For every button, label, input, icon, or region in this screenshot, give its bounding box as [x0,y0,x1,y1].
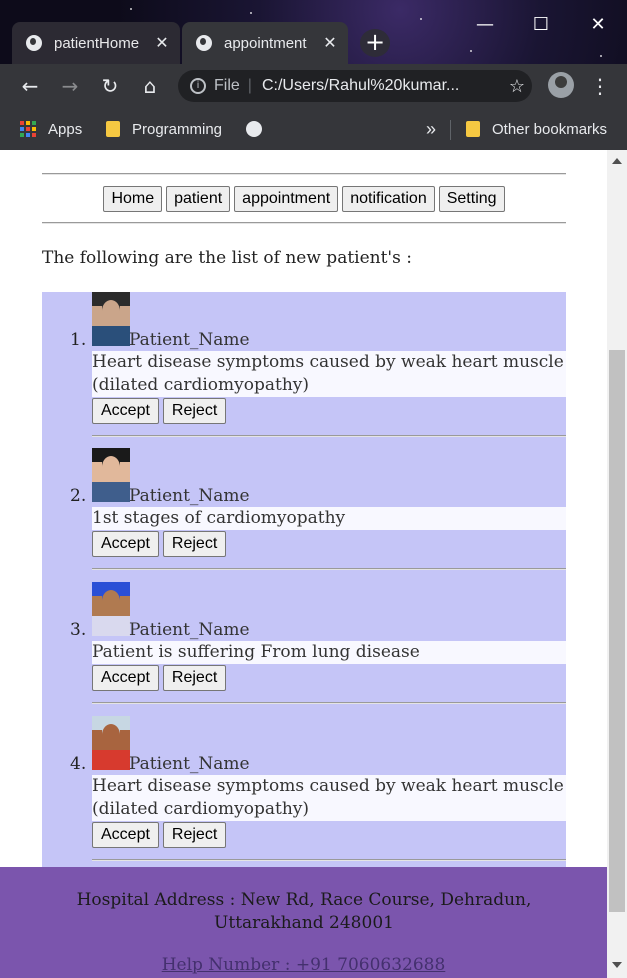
reject-button[interactable]: Reject [162,822,227,848]
nav-button-appointment[interactable]: appointment [234,186,339,212]
patient-description: Heart disease symptoms caused by weak he… [92,775,566,821]
tab-title: patientHome [54,34,140,52]
item-number: 2. [70,486,87,506]
accept-button[interactable]: Accept [92,531,159,557]
close-window-button[interactable]: ✕ [575,10,621,40]
hospital-address: Hospital Address : New Rd, Race Course, … [76,890,532,933]
patient-list: 1. Patient_Name Heart disease symptoms c… [42,292,566,868]
apps-grid-icon [20,121,36,137]
accept-button[interactable]: Accept [92,822,159,848]
close-tab-icon[interactable]: ✕ [150,33,174,53]
patient-name: Patient_Name [129,330,250,350]
scroll-up-icon[interactable] [612,158,622,164]
url-scheme: File [214,77,240,94]
item-number: 3. [70,620,87,640]
bookmark-programming[interactable]: Programming [106,118,222,140]
home-button[interactable]: ⌂ [136,72,164,100]
back-button[interactable]: ← [16,72,44,100]
close-tab-icon[interactable]: ✕ [318,33,342,53]
main-nav: Home patient appointment notification Settin… [42,186,566,212]
bookmark-other[interactable]: Other bookmarks [466,118,607,140]
patient-actions: Accept Reject [92,531,230,557]
patient-name: Patient_Name [129,754,250,774]
item-number: 4. [70,754,87,774]
bookmark-label: Apps [48,120,83,138]
nav-divider-bottom [42,222,566,224]
folder-icon [106,121,120,137]
nav-button-notification[interactable]: notification [342,186,435,212]
scrollbar[interactable] [607,150,627,978]
title-bar: patientHome ✕ appointment ✕ + — ☐ ✕ [0,0,627,64]
patient-name: Patient_Name [129,486,250,506]
maximize-button[interactable]: ☐ [518,10,564,40]
patient-list-item: 3. Patient_Name Patient is suffering Fro… [70,582,566,704]
reload-button[interactable]: ↻ [96,72,124,100]
scrollbar-thumb[interactable] [609,350,625,912]
patient-list-item: 2. Patient_Name 1st stages of cardiomyop… [70,448,566,570]
address-bar[interactable]: i File | C:/Users/Rahul%20kumar... ☆ [178,70,532,102]
minimize-button[interactable]: — [462,10,508,40]
patient-actions: Accept Reject [92,665,230,691]
item-divider [92,435,566,437]
bookmark-label: Programming [132,120,223,138]
globe-icon [26,35,42,51]
url-separator: | [247,77,252,94]
patient-actions: Accept Reject [92,822,230,848]
nav-button-setting[interactable]: Setting [438,186,505,212]
bookmarks-bar: Apps Programming » Other bookmarks [0,108,627,150]
patient-photo [92,582,130,636]
reject-button[interactable]: Reject [162,531,227,557]
tab-title: appointment [224,34,307,52]
help-number-link[interactable]: Help Number : +91 7060632688 [0,955,607,975]
scroll-down-icon[interactable] [612,962,622,968]
new-tab-button[interactable]: + [360,29,390,57]
item-number: 1. [70,330,87,350]
patient-photo [92,448,130,502]
forward-button[interactable]: → [56,72,84,100]
accept-button[interactable]: Accept [92,398,159,424]
patient-photo [92,292,130,346]
patient-list-item: 4. Patient_Name Heart disease symptoms c… [70,716,566,861]
reject-button[interactable]: Reject [162,398,227,424]
info-icon[interactable]: i [190,78,206,94]
bookmark-star-icon[interactable]: ☆ [502,76,532,97]
reject-button[interactable]: Reject [162,665,227,691]
browser-toolbar: ← → ↻ ⌂ i File | C:/Users/Rahul%20kumar.… [0,64,627,108]
profile-avatar[interactable] [548,72,574,98]
bookmark-globe[interactable] [246,118,262,140]
nav-button-patient[interactable]: patient [166,186,231,212]
page-viewport: Home patient appointment notification Settin… [0,150,607,978]
patient-description: Heart disease symptoms caused by weak he… [92,351,566,397]
patient-actions: Accept Reject [92,398,230,424]
accept-button[interactable]: Accept [92,665,159,691]
patient-list-item: 1. Patient_Name Heart disease symptoms c… [70,292,566,437]
tab-patient-home[interactable]: patientHome ✕ [12,22,180,64]
nav-button-home[interactable]: Home [103,186,163,212]
patient-photo [92,716,130,770]
globe-icon [196,35,212,51]
url-text[interactable]: C:/Users/Rahul%20kumar... [262,77,502,95]
bookmark-label: Other bookmarks [492,120,608,138]
bookmark-divider [450,120,451,140]
footer: Hospital Address : New Rd, Race Course, … [0,867,607,978]
browser-menu-icon[interactable]: ⋮ [588,72,612,100]
patient-name: Patient_Name [129,620,250,640]
tab-appointment[interactable]: appointment ✕ [182,22,348,64]
item-divider [92,702,566,704]
item-divider [92,859,566,861]
patient-description: 1st stages of cardiomyopathy [92,507,566,530]
globe-icon [246,121,262,137]
patient-description: Patient is suffering From lung disease [92,641,566,664]
intro-text: The following are the list of new patien… [42,248,412,268]
browser-chrome: patientHome ✕ appointment ✕ + — ☐ ✕ ← → … [0,0,627,150]
bookmark-apps[interactable]: Apps [20,118,82,140]
folder-icon [466,121,480,137]
nav-divider-top [42,173,566,175]
item-divider [92,568,566,570]
bookmarks-overflow-button[interactable]: » [426,118,436,140]
